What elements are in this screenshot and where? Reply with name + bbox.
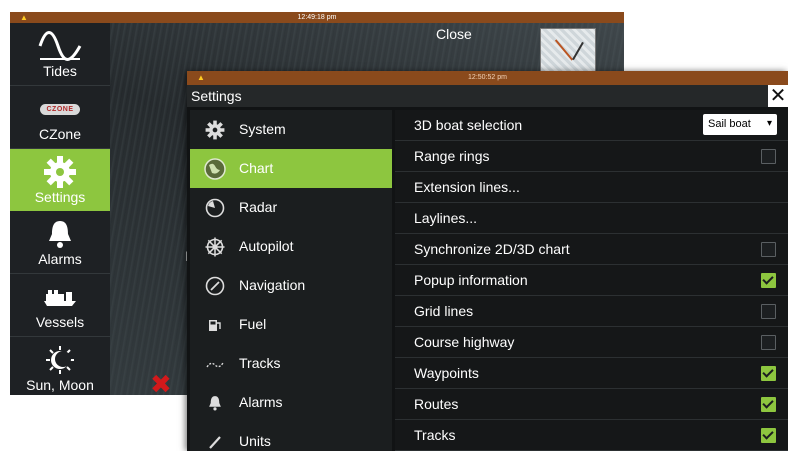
nav-item-sun-moon[interactable]: Sun, Moon [10, 337, 110, 395]
category-fuel[interactable]: Fuel [190, 305, 392, 344]
background-status-bar: ▲ 12:49:18 pm [10, 12, 624, 23]
option-extension-lines[interactable]: Extension lines... [395, 172, 788, 203]
option-course-highway[interactable]: Course highway [395, 327, 788, 358]
warning-icon: ▲ [20, 13, 28, 22]
globe-icon [204, 158, 226, 180]
category-chart[interactable]: Chart [190, 149, 392, 188]
option-routes[interactable]: Routes [395, 389, 788, 420]
gear-icon [10, 155, 110, 189]
option-label: Range rings [414, 148, 490, 164]
option-waypoints[interactable]: Waypoints [395, 358, 788, 389]
option-label: Laylines... [414, 210, 478, 226]
option-label: Popup information [414, 272, 528, 288]
chart-options: 3D boat selection Sail boat ▾ Range ring… [395, 110, 788, 451]
option-label: Extension lines... [414, 179, 520, 195]
settings-status-bar: ▲ 12:50:52 pm [187, 71, 788, 85]
radar-icon [204, 197, 226, 219]
czone-logo-icon: CZONE [10, 92, 110, 126]
option-tracks[interactable]: Tracks [395, 420, 788, 451]
bell-icon [10, 217, 110, 251]
dialog-title: Settings [191, 88, 242, 104]
popup-information-checkbox[interactable] [761, 273, 776, 288]
bell-icon [204, 392, 226, 414]
nav-item-czone[interactable]: CZONE CZone [10, 86, 110, 148]
category-navigation[interactable]: Navigation [190, 266, 392, 305]
close-button[interactable]: ✕ [768, 85, 788, 107]
boat-select-dropdown[interactable]: Sail boat ▾ [703, 114, 777, 135]
background-clock: 12:49:18 pm [297, 14, 337, 21]
nav-label: Settings [34, 189, 86, 205]
option-label: Course highway [414, 334, 515, 350]
option-label: Tracks [414, 427, 456, 443]
category-label: Tracks [239, 355, 281, 371]
settings-dialog: ▲ 12:50:52 pm Settings ✕ System Chart Ra… [187, 71, 788, 451]
settings-title-bar: Settings ✕ [187, 85, 788, 107]
background-close-button[interactable]: Close [436, 26, 472, 42]
option-label: 3D boat selection [414, 117, 523, 133]
category-system[interactable]: System [190, 110, 392, 149]
helm-icon [204, 236, 226, 258]
option-label: Synchronize 2D/3D chart [414, 241, 570, 257]
czone-logo-text: CZONE [40, 103, 80, 115]
option-label: Grid lines [414, 303, 474, 319]
nav-label: Alarms [38, 251, 82, 267]
nav-label: Tides [43, 63, 77, 79]
option-synchronize-chart[interactable]: Synchronize 2D/3D chart [395, 234, 788, 265]
settings-clock: 12:50:52 pm [468, 74, 507, 81]
gauge-needle [572, 41, 584, 61]
category-label: Fuel [239, 316, 267, 332]
category-units[interactable]: Units [190, 422, 392, 451]
error-x-icon[interactable]: ✖ [150, 371, 172, 395]
category-radar[interactable]: Radar [190, 188, 392, 227]
category-tracks[interactable]: Tracks [190, 344, 392, 383]
moon-icon [10, 343, 110, 377]
gauge-needle [554, 39, 574, 61]
routes-checkbox[interactable] [761, 397, 776, 412]
waypoints-checkbox[interactable] [761, 366, 776, 381]
sine-wave-icon [10, 29, 110, 63]
category-label: Units [239, 433, 271, 449]
option-popup-information[interactable]: Popup information [395, 265, 788, 296]
close-icon: ✕ [769, 85, 787, 107]
category-label: Chart [239, 160, 274, 176]
category-label: Navigation [239, 277, 306, 293]
fuel-pump-icon [204, 314, 226, 336]
nav-item-tides[interactable]: Tides [10, 23, 110, 85]
category-label: Radar [239, 199, 278, 215]
option-laylines[interactable]: Laylines... [395, 203, 788, 234]
option-3d-boat-selection: 3D boat selection Sail boat ▾ [395, 110, 788, 141]
synchronize-chart-checkbox[interactable] [761, 242, 776, 257]
nav-label: Vessels [35, 314, 85, 330]
nav-item-vessels[interactable]: Vessels [10, 274, 110, 336]
option-label: Waypoints [414, 365, 479, 381]
grid-lines-checkbox[interactable] [761, 304, 776, 319]
category-label: System [239, 121, 286, 137]
track-icon [204, 353, 226, 375]
range-rings-checkbox[interactable] [761, 149, 776, 164]
ruler-icon [204, 431, 226, 451]
category-alarms[interactable]: Alarms [190, 383, 392, 422]
option-grid-lines[interactable]: Grid lines [395, 296, 788, 327]
category-label: Alarms [239, 394, 283, 410]
gear-icon [204, 119, 226, 141]
warning-icon: ▲ [197, 73, 205, 82]
vessels-icon [10, 280, 110, 314]
category-list: System Chart Radar Autopilot Navigation [190, 110, 392, 451]
option-label: Routes [414, 396, 459, 412]
course-highway-checkbox[interactable] [761, 335, 776, 350]
nav-label: CZone [38, 126, 82, 142]
left-nav: Tides CZONE CZone Settings Alarms Vessel… [10, 23, 110, 395]
category-autopilot[interactable]: Autopilot [190, 227, 392, 266]
nav-label: Sun, Moon [26, 377, 94, 393]
option-range-rings[interactable]: Range rings [395, 141, 788, 172]
nav-item-alarms[interactable]: Alarms [10, 211, 110, 273]
compass-icon [204, 275, 226, 297]
select-value: Sail boat [708, 118, 751, 130]
nav-item-settings[interactable]: Settings [10, 149, 110, 211]
category-label: Autopilot [239, 238, 294, 254]
tracks-checkbox[interactable] [761, 428, 776, 443]
chevron-down-icon: ▾ [766, 118, 772, 129]
